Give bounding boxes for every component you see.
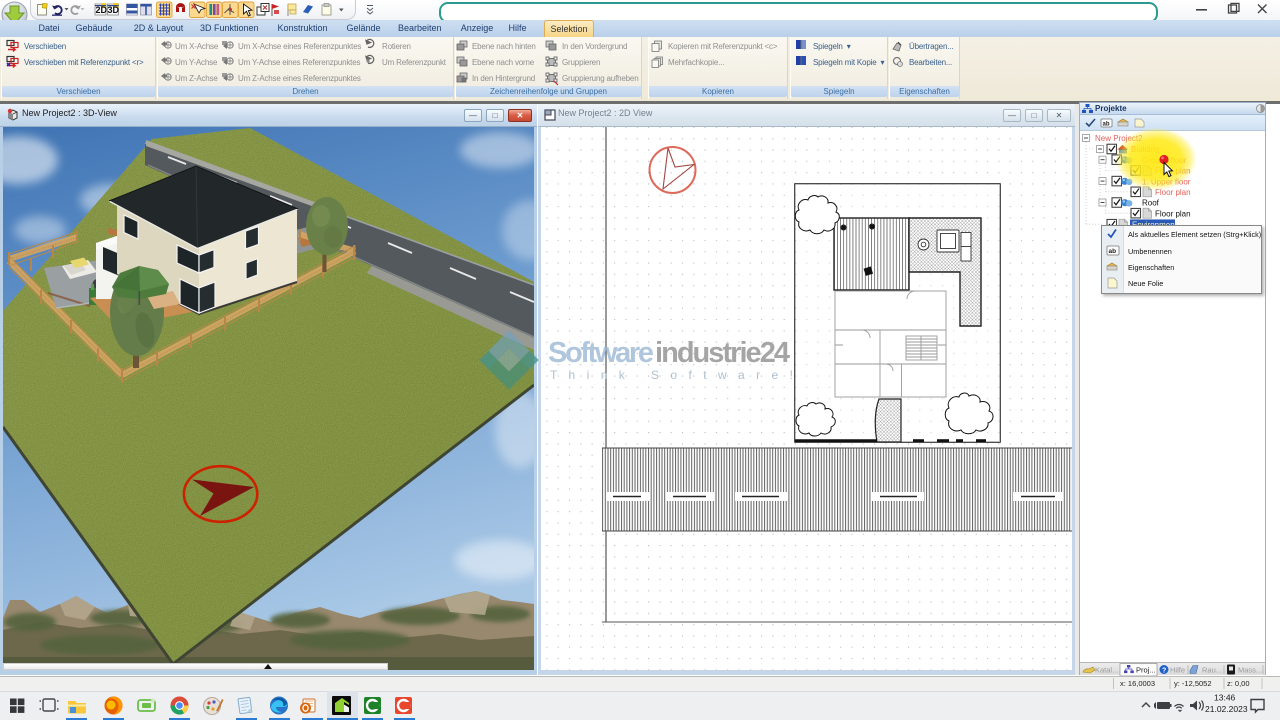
svg-text:Katal...: Katal...: [1095, 666, 1118, 675]
svg-text:ab: ab: [1109, 248, 1117, 255]
svg-text:Mass...: Mass...: [1238, 666, 1262, 675]
svg-text:Rau...: Rau...: [1202, 666, 1222, 675]
svg-text:?: ?: [1162, 667, 1166, 674]
svg-text:Hilfe: Hilfe: [1170, 666, 1185, 675]
svg-text:Proj...: Proj...: [1136, 666, 1156, 675]
svg-text:Floor plan: Floor plan: [1155, 209, 1191, 218]
svg-text:2D: 2D: [96, 5, 108, 15]
svg-text:ab: ab: [1103, 122, 1110, 128]
svg-text:3D: 3D: [108, 5, 120, 15]
svg-text:21.02.2023: 21.02.2023: [1205, 704, 1248, 714]
svg-text:Roof: Roof: [1142, 199, 1160, 208]
svg-text:13:46: 13:46: [1214, 693, 1236, 703]
